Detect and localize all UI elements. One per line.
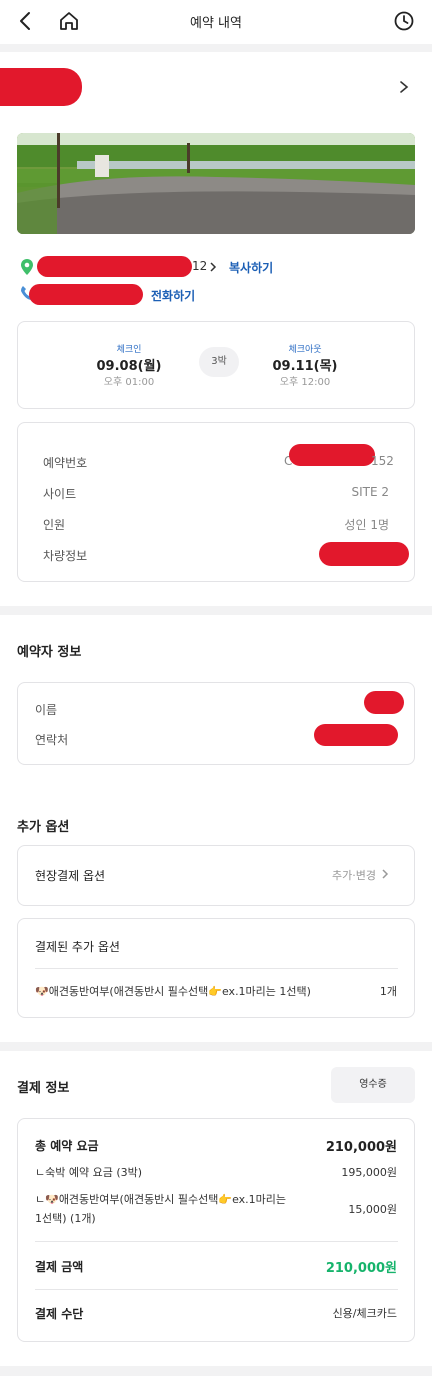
total-label: 총 예약 요금 bbox=[35, 1139, 99, 1153]
divider bbox=[0, 606, 432, 615]
method-value: 신용/체크카드 bbox=[332, 1307, 397, 1320]
site-value: SITE 2 bbox=[351, 485, 389, 499]
contact-redaction bbox=[314, 724, 398, 746]
stay-fee-value: 195,000원 bbox=[341, 1166, 397, 1179]
options-section-title: 추가 옵션 bbox=[17, 820, 70, 835]
name-redaction bbox=[364, 691, 404, 714]
divider bbox=[0, 1042, 432, 1051]
checkin-date: 09.08(월) bbox=[96, 359, 162, 374]
location-pin-icon bbox=[20, 258, 34, 279]
nights-badge: 3박 bbox=[199, 347, 239, 377]
paid-options-divider bbox=[35, 968, 398, 969]
chevron-right-icon bbox=[381, 868, 389, 883]
paid-option-qty: 1개 bbox=[379, 985, 397, 998]
pet-fee-label-line2: 1선택) (1개) bbox=[35, 1212, 96, 1225]
checkout-label: 체크아웃 bbox=[288, 345, 322, 355]
total-value: 210,000원 bbox=[325, 1140, 397, 1155]
top-bar: 예약 내역 bbox=[0, 0, 432, 44]
chevron-right-icon bbox=[209, 261, 217, 276]
vehicle-label: 차량정보 bbox=[43, 549, 88, 563]
page-title: 예약 내역 bbox=[190, 16, 242, 31]
address-redaction bbox=[37, 256, 192, 277]
paid-option-item: 🐶애견동반여부(애견동반시 필수선택👉ex.1마리는 1선택) bbox=[35, 985, 311, 998]
history-clock-icon[interactable] bbox=[391, 8, 417, 34]
contact-label: 연락처 bbox=[35, 733, 69, 747]
checkin-label: 체크인 bbox=[116, 345, 142, 355]
receipt-button[interactable]: 영수증 bbox=[331, 1067, 415, 1103]
payment-section-title: 결제 정보 bbox=[17, 1081, 70, 1096]
onsite-option-action[interactable]: 추가·변경 bbox=[332, 867, 376, 883]
method-label: 결제 수단 bbox=[35, 1307, 84, 1321]
chevron-right-icon[interactable] bbox=[399, 80, 409, 97]
campsite-photo[interactable] bbox=[17, 133, 415, 234]
address-suffix: 12 bbox=[192, 259, 208, 273]
name-label: 이름 bbox=[35, 703, 58, 717]
guests-label: 인원 bbox=[43, 518, 66, 532]
reservation-number-label: 예약번호 bbox=[43, 456, 88, 470]
camp-name-redaction bbox=[0, 68, 82, 106]
onsite-option-label: 현장결제 옵션 bbox=[35, 869, 106, 883]
checkout-time: 오후 12:00 bbox=[279, 377, 331, 388]
divider bbox=[0, 44, 432, 52]
reservation-number-suffix: 152 bbox=[371, 454, 394, 468]
call-button[interactable]: 전화하기 bbox=[151, 287, 195, 304]
guests-value: 성인 1명 bbox=[344, 518, 389, 532]
amount-label: 결제 금액 bbox=[35, 1260, 84, 1274]
divider bbox=[0, 1366, 432, 1376]
phone-redaction bbox=[29, 284, 143, 305]
payment-divider bbox=[35, 1289, 398, 1290]
checkin-time: 오후 01:00 bbox=[103, 377, 155, 388]
pet-fee-label-line1: ㄴ🐶애견동반여부(애견동반시 필수선택👉ex.1마리는 bbox=[35, 1193, 287, 1206]
paid-options-title: 결제된 추가 옵션 bbox=[35, 940, 120, 954]
vehicle-redaction bbox=[319, 542, 409, 566]
site-label: 사이트 bbox=[43, 487, 77, 501]
booker-section-title: 예약자 정보 bbox=[17, 645, 82, 660]
copy-address-button[interactable]: 복사하기 bbox=[229, 259, 273, 276]
pet-fee-value: 15,000원 bbox=[348, 1203, 397, 1216]
payment-divider bbox=[35, 1241, 398, 1242]
amount-value: 210,000원 bbox=[325, 1261, 397, 1276]
stay-fee-label: ㄴ숙박 예약 요금 (3박) bbox=[35, 1166, 143, 1179]
reservation-number-redaction bbox=[289, 444, 375, 466]
checkout-date: 09.11(목) bbox=[272, 359, 338, 374]
